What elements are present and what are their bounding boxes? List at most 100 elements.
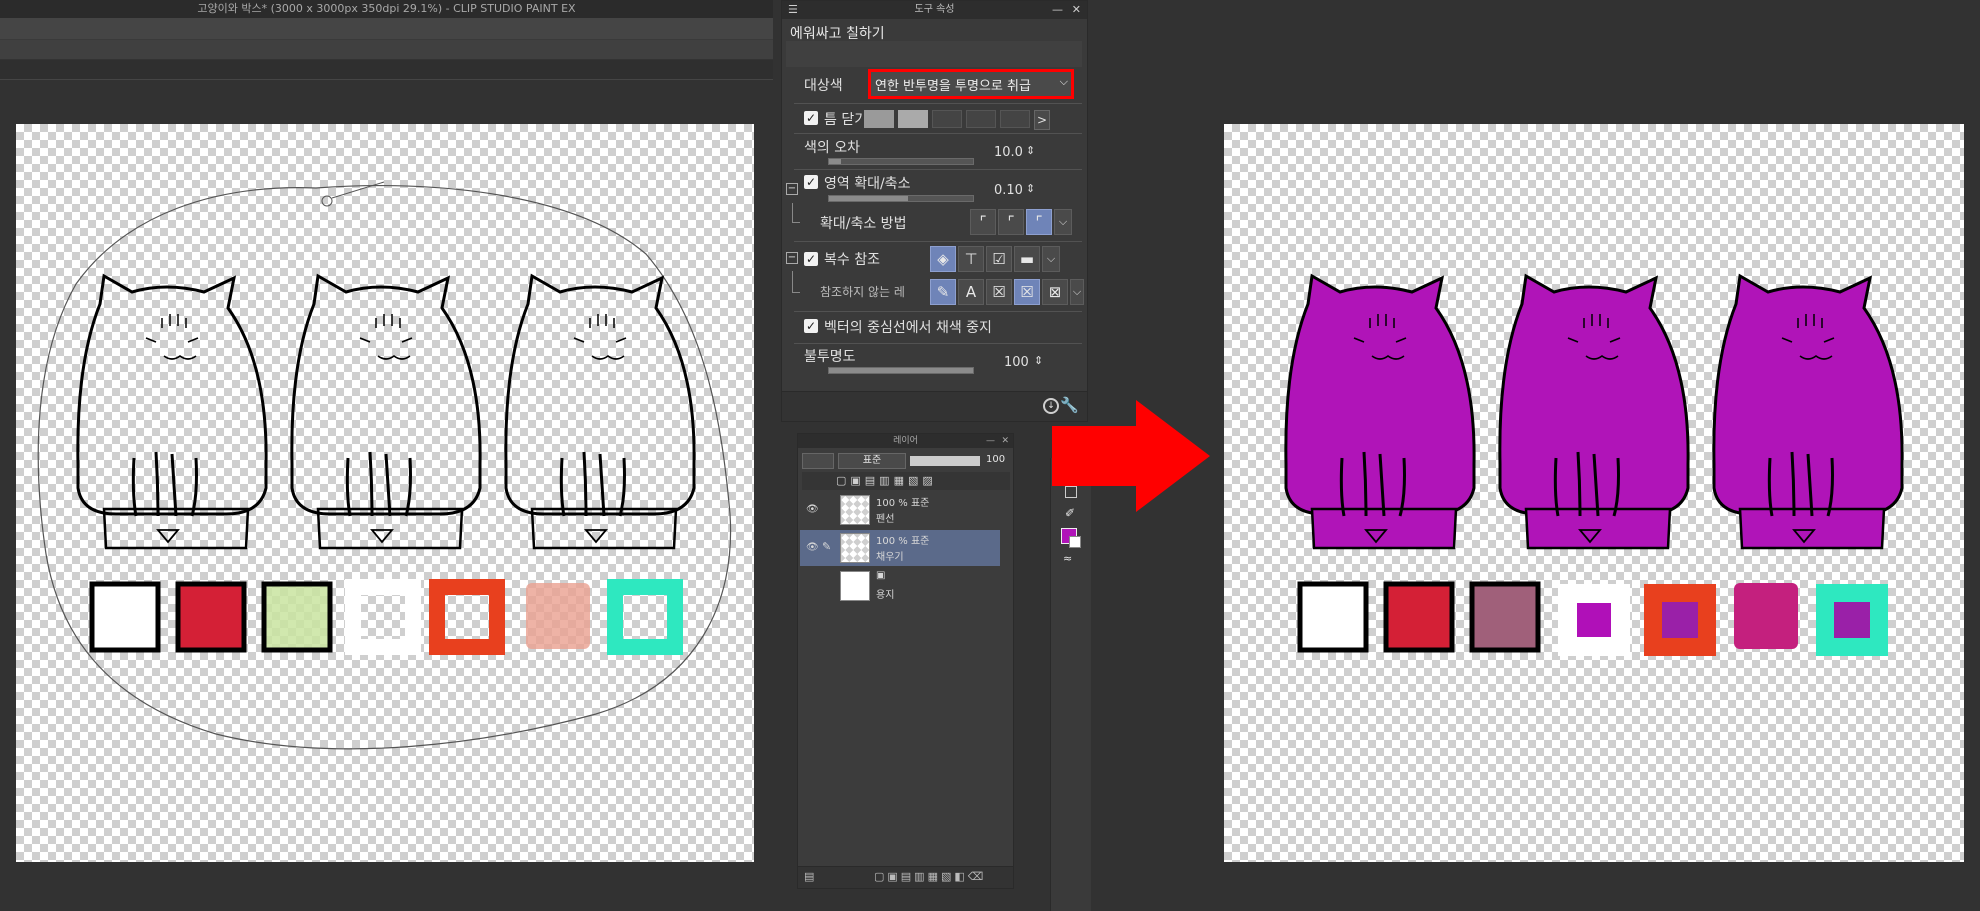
opacity-value[interactable]: 100: [1004, 355, 1029, 370]
eye-icon[interactable]: 👁: [806, 504, 819, 515]
color-margin-slider[interactable]: [828, 158, 974, 165]
minimize-icon[interactable]: —: [986, 434, 995, 448]
exclude-lock-icon[interactable]: ⊠: [1042, 279, 1068, 305]
scaling-method-label: 확대/축소 방법: [820, 216, 907, 232]
color-margin-value[interactable]: 10.0: [994, 145, 1023, 160]
not-refer-row: 참조하지 않는 레 ✎ A ☒ ☒ ⊠ ⌵: [792, 271, 1084, 307]
layer-mode: 100 % 표준: [876, 536, 930, 547]
layer-panel-header: 레이어 — ✕: [798, 434, 1013, 448]
collapse-icon[interactable]: −: [786, 183, 798, 195]
gap-size-3[interactable]: [932, 110, 962, 128]
layer-tool-icons[interactable]: ▢▣▤▥▦▧▨: [836, 474, 937, 487]
arrow-icon: [1052, 400, 1210, 512]
area-scaling-checkbox[interactable]: ✓: [804, 175, 818, 189]
scaling-method-row: 확대/축소 방법 ⌜ ⌜ ⌜ ⌵: [792, 203, 1082, 239]
not-refer-label: 참조하지 않는 레: [820, 285, 905, 299]
layer-color-button[interactable]: [802, 453, 834, 469]
layer-item[interactable]: 👁 100 % 표준 펜선: [800, 492, 1000, 528]
swatch-lightgreen: [261, 581, 333, 653]
lasso-selection: [37, 185, 732, 750]
area-scaling-label: 영역 확대/축소: [824, 176, 911, 192]
scale-round-icon[interactable]: ⌜: [998, 209, 1024, 235]
tool-property-title: 도구 속성: [914, 4, 955, 15]
subtool-name-bg: [786, 41, 1082, 67]
refer-folder-icon[interactable]: ▬: [1014, 246, 1040, 272]
area-scaling-row: − ✓ 영역 확대/축소 0.10 ⇕: [786, 173, 1082, 205]
vector-center-label: 벡터의 중심선에서 채색 중지: [824, 320, 992, 336]
target-color-dropdown[interactable]: 연한 반투명을 투명으로 취급 ⌵: [868, 69, 1074, 99]
toolbar-row: [0, 40, 773, 60]
cat-outlines: [76, 273, 696, 550]
swatches-after: [1297, 581, 1888, 656]
canvas-before-art: [37, 181, 732, 750]
subtool-name: 에워싸고 칠하기: [790, 26, 885, 42]
canvas-before[interactable]: [16, 124, 754, 862]
layer-mode: 100 % 표준: [876, 498, 930, 509]
eye-icon[interactable]: 👁: [806, 542, 819, 553]
stepper-icon[interactable]: ⇕: [1034, 354, 1043, 367]
command-strip: ✐ ≈: [1050, 458, 1091, 911]
chevron-down-icon[interactable]: ⌵: [1042, 246, 1060, 272]
target-color-label: 대상색: [804, 78, 843, 94]
exclude-paper-icon[interactable]: ☒: [1014, 279, 1040, 305]
chevron-down-icon[interactable]: ⌵: [1070, 279, 1084, 305]
area-scaling-slider[interactable]: [828, 195, 974, 202]
multi-refer-checkbox[interactable]: ✓: [804, 252, 818, 266]
gap-size-5[interactable]: [1000, 110, 1030, 128]
stepper-icon[interactable]: ⇕: [1026, 144, 1035, 157]
gap-size-1[interactable]: [864, 110, 894, 128]
pen-icon: ✎: [822, 540, 832, 553]
paper-icon: ▣: [876, 570, 886, 581]
swatch-red: [175, 581, 247, 653]
swatch-mauve: [1469, 581, 1541, 653]
wave-icon[interactable]: ≈: [1063, 552, 1072, 565]
swatch-teal-ring: [607, 579, 683, 655]
refer-selected-icon[interactable]: ☑: [986, 246, 1012, 272]
swatch-orange-ring: [429, 579, 505, 655]
vector-center-row: ✓ 벡터의 중심선에서 채색 중지: [794, 315, 1082, 339]
gap-size-4[interactable]: [966, 110, 996, 128]
multi-refer-label: 복수 참조: [824, 252, 880, 268]
swatch-white-ring: [345, 579, 421, 655]
gap-more-button[interactable]: >: [1034, 110, 1050, 130]
gap-size-2[interactable]: [898, 110, 928, 128]
close-gap-label: 틈 닫기: [824, 112, 868, 128]
exclude-text-icon[interactable]: A: [958, 279, 984, 305]
swatch-white: [89, 581, 161, 653]
collapse-icon[interactable]: −: [786, 252, 798, 264]
color-margin-row: 색의 오차 10.0 ⇕: [794, 137, 1082, 167]
tool-property-panel: ☰ 도구 속성 — ✕ 에워싸고 칠하기 대상색 연한 반투명을 투명으로 취급…: [781, 0, 1088, 422]
scale-sharp-icon[interactable]: ⌜: [970, 209, 996, 235]
layer-item[interactable]: ▣ 용지: [800, 568, 1000, 604]
refer-layer-icon[interactable]: ⊤: [958, 246, 984, 272]
stepper-icon[interactable]: ⇕: [1026, 182, 1035, 195]
layer-opacity-value[interactable]: 100: [986, 454, 1005, 465]
layer-blend-row: 표준 100: [802, 452, 1010, 470]
tool-property-footer: ↓ 🔧: [782, 391, 1087, 421]
menu-icon[interactable]: ☰: [788, 1, 798, 19]
swatch-red: [1383, 581, 1455, 653]
area-scaling-value[interactable]: 0.10: [994, 183, 1023, 198]
layer-toolbar: ▢▣▤▥▦▧▨: [802, 472, 1010, 490]
exclude-edit-icon[interactable]: ☒: [986, 279, 1012, 305]
vector-center-checkbox[interactable]: ✓: [804, 319, 818, 333]
minimize-icon[interactable]: —: [1052, 1, 1063, 19]
opacity-slider[interactable]: [828, 367, 974, 374]
layer-opacity-slider[interactable]: [910, 456, 980, 466]
scale-smooth-icon[interactable]: ⌜: [1026, 209, 1052, 235]
layer-name: 용지: [876, 590, 895, 601]
refer-all-layers-icon[interactable]: ◈: [930, 246, 956, 272]
blend-mode-select[interactable]: 표준: [838, 453, 906, 469]
layer-action-icons[interactable]: ▢▣▤▥▦▧◧⌫: [874, 870, 986, 883]
layer-menu-icon[interactable]: ▤: [804, 870, 814, 883]
layer-item-selected[interactable]: 👁 ✎ 100 % 표준 채우기: [800, 530, 1000, 566]
close-gap-checkbox[interactable]: ✓: [804, 111, 818, 125]
chevron-down-icon[interactable]: ⌵: [1054, 209, 1072, 235]
close-gap-row: ✓ 틈 닫기 >: [794, 107, 1082, 130]
close-icon[interactable]: ✕: [1001, 434, 1009, 448]
swatch-orange-ring-inner: [1662, 602, 1698, 638]
close-icon[interactable]: ✕: [1072, 1, 1081, 19]
exclude-draft-icon[interactable]: ✎: [930, 279, 956, 305]
sub-color-swatch[interactable]: [1069, 536, 1081, 548]
swatch-white-ring-inner: [1577, 603, 1611, 637]
